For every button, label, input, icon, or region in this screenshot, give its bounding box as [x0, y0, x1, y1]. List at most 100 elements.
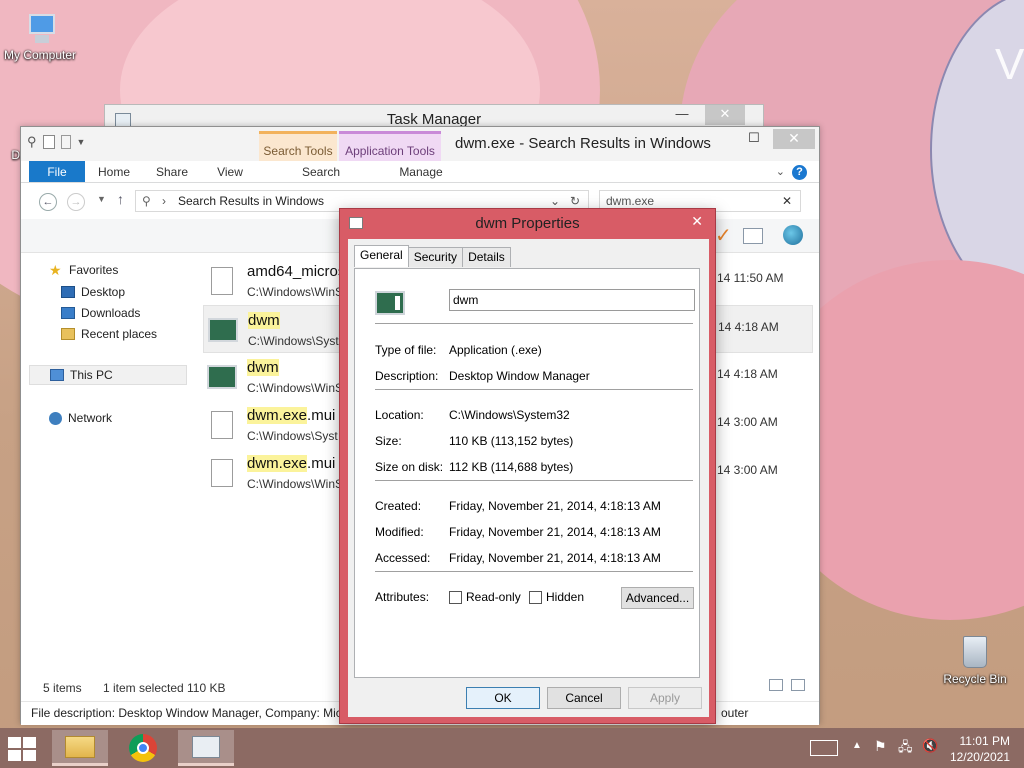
up-button[interactable]: ↑ [117, 191, 124, 207]
properties-icon[interactable] [42, 135, 55, 149]
result-name: dwm.exe.mui [247, 407, 336, 424]
apply-button[interactable]: Apply [628, 687, 702, 709]
ribbon-expand-chevron-icon[interactable]: ⌄ [776, 165, 785, 178]
dialog-tabs: General Security Details [354, 245, 511, 267]
task-manager-minimize-button[interactable]: — [667, 105, 697, 125]
tab-file[interactable]: File [29, 161, 85, 182]
nav-recent-places[interactable]: Recent places [61, 327, 157, 341]
start-button[interactable] [8, 737, 38, 761]
search-tools-context-label: Search Tools [259, 131, 337, 161]
nav-this-pc-label: This PC [70, 368, 113, 382]
file-icon [211, 459, 233, 487]
divider [375, 323, 693, 324]
taskbar-task-manager[interactable] [178, 730, 234, 766]
attributes-label: Attributes: [375, 590, 430, 604]
result-name: dwm [247, 359, 279, 376]
checkbox-box[interactable] [449, 590, 462, 604]
properties-dialog[interactable]: dwm Properties ✕ General Security Detail… [339, 208, 716, 724]
read-only-label: Read-only [466, 590, 521, 604]
show-hidden-icons-icon[interactable]: ▲ [852, 740, 862, 751]
recycle-bin-label: Recycle Bin [943, 672, 1007, 686]
chevron-down-icon[interactable]: ▼ [77, 137, 86, 147]
nav-downloads[interactable]: Downloads [61, 306, 140, 320]
tab-view[interactable]: View [201, 161, 259, 182]
network-icon[interactable]: 🖧 [898, 738, 913, 760]
nav-desktop-label: Desktop [81, 285, 126, 299]
clock[interactable]: 11:01 PM 12/20/2021 [950, 733, 1010, 765]
network-icon [49, 411, 62, 425]
nav-favorites[interactable]: ★ Favorites [49, 263, 118, 277]
result-date: 14 11:50 AM [717, 271, 784, 285]
read-only-checkbox[interactable]: Read-only [449, 590, 521, 604]
type-value: Application (.exe) [449, 343, 542, 357]
help-icon[interactable]: ? [792, 165, 807, 180]
checkbox-box[interactable] [529, 590, 542, 604]
search-icon[interactable]: ⚲ [27, 134, 37, 150]
tab-share[interactable]: Share [143, 161, 201, 182]
details-pane-icon[interactable] [743, 228, 763, 244]
description-value: Desktop Window Manager [449, 369, 590, 383]
tab-manage[interactable]: Manage [381, 161, 461, 182]
tab-general[interactable]: General [354, 245, 409, 267]
file-name-field[interactable]: dwm [449, 289, 695, 311]
ok-button[interactable]: OK [466, 687, 540, 709]
desktop-icon [61, 286, 75, 298]
accessed-label: Accessed: [375, 551, 431, 565]
checkmark-icon[interactable]: ✓ [715, 223, 732, 248]
dialog-close-button[interactable]: ✕ [691, 213, 703, 230]
result-name: dwm.exe.mui [247, 455, 336, 472]
globe-icon[interactable] [783, 225, 803, 245]
details-view-icon[interactable] [769, 679, 783, 691]
taskbar-file-explorer[interactable] [52, 730, 108, 766]
advanced-button[interactable]: Advanced... [621, 587, 694, 609]
nav-network-label: Network [68, 411, 113, 425]
keyboard-icon[interactable] [810, 740, 838, 756]
tab-search[interactable]: Search [287, 161, 355, 182]
volume-muted-icon[interactable]: 🔇 [922, 738, 938, 754]
forward-button[interactable]: → [67, 193, 85, 211]
clock-date: 12/20/2021 [949, 750, 1010, 764]
system-tray: ▲ ⚑ 🖧 🔇 [808, 728, 938, 768]
selection-size: 110 KB [187, 681, 226, 695]
cancel-button[interactable]: Cancel [547, 687, 621, 709]
result-path: C:\Windows\WinS [247, 285, 343, 299]
clear-search-icon[interactable]: ✕ [782, 191, 792, 211]
recent-locations-chevron-icon[interactable]: ▼ [97, 194, 106, 204]
modified-value: Friday, November 21, 2014, 4:18:13 AM [449, 525, 661, 539]
taskbar-chrome[interactable] [116, 730, 172, 766]
explorer-maximize-button[interactable]: ☐ [739, 129, 769, 149]
tab-details[interactable]: Details [462, 247, 511, 267]
location-value: C:\Windows\System32 [449, 408, 570, 422]
result-date: 14 4:18 AM [718, 320, 779, 334]
my-computer-desktop-icon[interactable]: My Computer [0, 12, 80, 62]
result-date: 14 3:00 AM [717, 415, 778, 429]
type-label: Type of file: [375, 343, 437, 357]
file-description-text: File description: Desktop Window Manager… [31, 706, 342, 720]
result-path: C:\Windows\WinS [247, 381, 343, 395]
explorer-close-button[interactable]: ✕ [773, 129, 815, 149]
nav-this-pc[interactable]: This PC [29, 365, 187, 385]
search-results-icon: ⚲ [142, 194, 151, 208]
nav-network[interactable]: Network [49, 411, 112, 425]
tab-home[interactable]: Home [85, 161, 143, 182]
task-manager-close-button[interactable]: ✕ [705, 105, 745, 125]
size-on-disk-label: Size on disk: [375, 460, 444, 474]
recycle-bin-desktop-icon[interactable]: Recycle Bin [935, 630, 1015, 686]
action-center-flag-icon[interactable]: ⚑ [874, 738, 887, 755]
dialog-titlebar: dwm Properties ✕ [340, 209, 715, 239]
nav-favorites-label: Favorites [69, 263, 119, 277]
navigation-pane: ★ Favorites Desktop Downloads Recent pla… [21, 253, 193, 673]
quick-access-toolbar: ⚲ ▼ [27, 134, 85, 150]
hidden-checkbox[interactable]: Hidden [529, 590, 584, 604]
tab-security[interactable]: Security [407, 247, 464, 267]
nav-desktop[interactable]: Desktop [61, 285, 125, 299]
new-folder-icon[interactable] [60, 135, 71, 149]
back-button[interactable]: ← [39, 193, 57, 211]
task-manager-icon [192, 736, 220, 758]
result-path: C:\Windows\WinS [247, 477, 343, 491]
result-name: dwm [248, 312, 280, 329]
general-tab-panel: dwm Type of file: Application (.exe) Des… [354, 268, 700, 678]
my-computer-label: My Computer [3, 48, 77, 62]
application-icon [207, 365, 237, 389]
large-icons-view-icon[interactable] [791, 679, 805, 691]
